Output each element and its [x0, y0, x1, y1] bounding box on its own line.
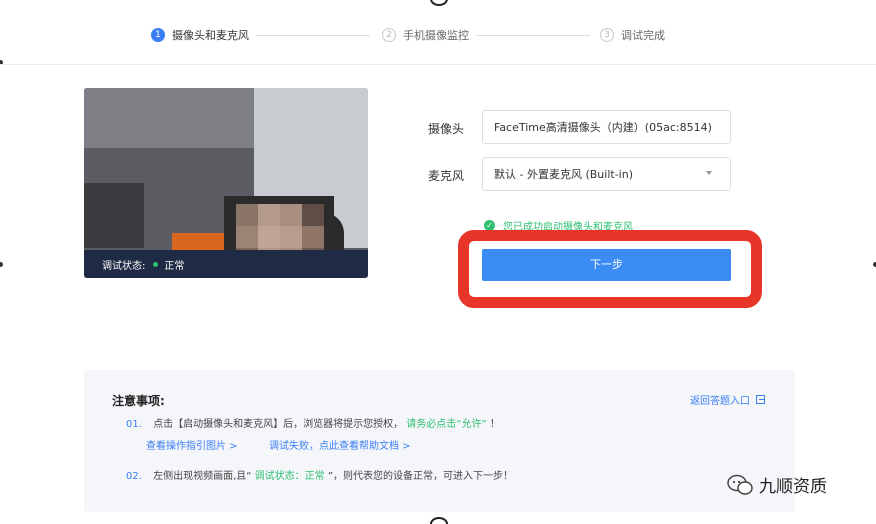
note-text: 点击【启动摄像头和麦克风】后，浏览器将提示您授权， — [153, 419, 404, 430]
camera-preview: 调试状态: 正常 — [84, 88, 368, 278]
camera-select[interactable]: FaceTime高清摄像头（内建）(05ac:8514) — [482, 110, 731, 144]
mic-select[interactable]: 默认 - 外置麦克风 (Built-in) — [482, 157, 731, 191]
camera-select-value: FaceTime高清摄像头（内建）(05ac:8514) — [494, 121, 712, 134]
status-value: 正常 — [164, 260, 185, 272]
step-camera-mic: 1 摄像头和麦克风 — [151, 27, 249, 43]
step-complete: 3 调试完成 — [600, 27, 665, 43]
watermark: 九顺资质 — [727, 472, 827, 497]
note-text-end: ！ — [489, 419, 500, 430]
bottom-drag-handle — [430, 517, 448, 524]
note-number: 02. — [126, 471, 142, 482]
step-connector — [256, 35, 370, 36]
next-step-button[interactable]: 下一步 — [482, 249, 731, 281]
exit-icon — [756, 395, 765, 404]
step-label: 手机摄像监控 — [403, 29, 469, 42]
note-text: 左侧出现视频画面,且“ — [153, 471, 252, 482]
step-label: 摄像头和麦克风 — [172, 29, 249, 42]
return-to-exam-link[interactable]: 返回答题入口 — [690, 392, 765, 407]
step-number: 3 — [600, 28, 614, 42]
step-number: 2 — [382, 28, 396, 42]
chevron-down-icon — [706, 171, 712, 175]
top-drag-handle — [430, 0, 448, 6]
note-item-2: 02. 左侧出现视频画面,且“ 调试状态：正常 ”，则代表您的设备正常，可进入下… — [126, 467, 513, 482]
notes-panel: 注意事项: 返回答题入口 01. 点击【启动摄像头和麦克风】后，浏览器将提示您授… — [84, 370, 795, 512]
note-number: 01. — [126, 419, 142, 430]
return-link-label: 返回答题入口 — [690, 396, 750, 407]
step-label: 调试完成 — [621, 29, 665, 42]
step-number: 1 — [151, 28, 165, 42]
status-label: 调试状态: — [102, 260, 146, 272]
note-emphasis: 请务必点击“允许” — [406, 419, 487, 430]
watermark-text: 九顺资质 — [759, 477, 827, 497]
step-phone-monitor: 2 手机摄像监控 — [382, 27, 469, 43]
step-connector — [476, 35, 590, 36]
header-divider — [0, 64, 876, 65]
status-dot-icon — [153, 261, 159, 267]
left-edge-dot — [0, 262, 3, 267]
help-docs-link[interactable]: 调试失败，点此查看帮助文档 > — [269, 437, 411, 452]
video-status-bar: 调试状态: 正常 — [84, 250, 368, 278]
chat-bubble-logo-icon — [727, 474, 753, 495]
camera-label: 摄像头 — [428, 122, 465, 136]
notes-title: 注意事项: — [112, 394, 165, 408]
progress-stepper: 1 摄像头和麦克风 2 手机摄像监控 3 调试完成 — [0, 22, 876, 50]
note-emphasis: 调试状态：正常 — [254, 471, 325, 482]
mic-label: 麦克风 — [428, 169, 465, 183]
mic-select-value: 默认 - 外置麦克风 (Built-in) — [494, 168, 633, 181]
note-text-end: ”，则代表您的设备正常，可进入下一步！ — [327, 471, 514, 482]
guide-images-link[interactable]: 查看操作指引图片 > — [146, 437, 238, 452]
note-item-1: 01. 点击【启动摄像头和麦克风】后，浏览器将提示您授权， 请务必点击“允许” … — [126, 415, 500, 430]
